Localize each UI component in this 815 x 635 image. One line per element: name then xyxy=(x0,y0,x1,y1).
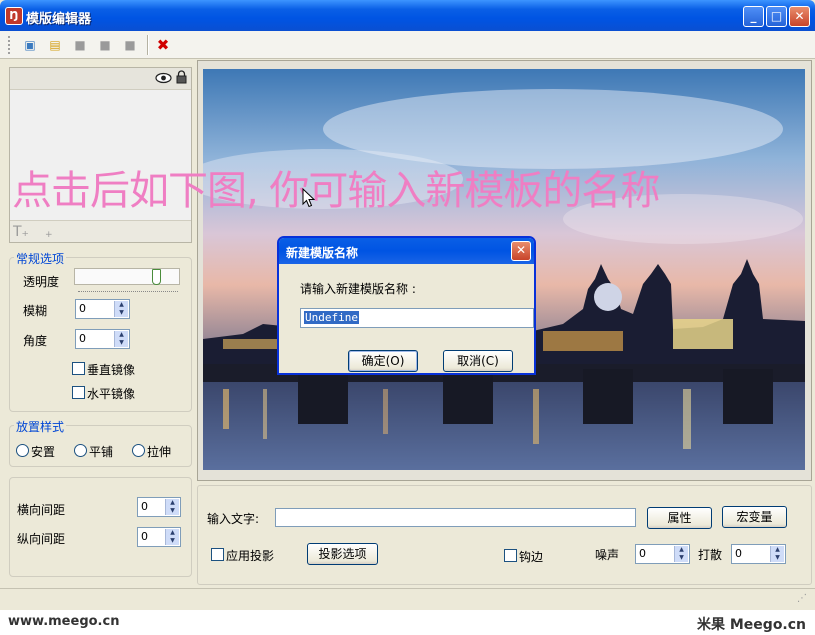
placement-place-radio[interactable] xyxy=(16,444,29,457)
add-layer-icon[interactable]: + xyxy=(45,230,53,240)
blur-value: 0 xyxy=(79,302,86,315)
eye-icon[interactable] xyxy=(155,72,172,84)
layer-footer xyxy=(10,220,191,242)
new-template-dialog: 新建模版名称 ✕ 请输入新建模版名称 : Undefine 确定(O) 取消(C… xyxy=(277,236,536,375)
dialog-prompt: 请输入新建模版名称 : xyxy=(300,282,416,296)
layer-list[interactable] xyxy=(9,67,192,243)
app-logo-icon[interactable]: Ŋ xyxy=(5,7,23,25)
apply-shadow-label: 应用投影 xyxy=(226,549,275,563)
stroke-label: 钩边 xyxy=(519,550,544,564)
watermark-strip xyxy=(0,610,815,635)
blur-stepper-arrows-icon[interactable]: ▲ ▼ xyxy=(114,301,128,317)
noise-arrows-icon[interactable]: ▲ ▼ xyxy=(674,546,688,562)
v-spacing-value: 0 xyxy=(141,530,148,543)
flip-vertical-label: 垂直镜像 xyxy=(87,363,136,377)
angle-stepper[interactable]: 0 ▲ ▼ xyxy=(75,329,130,349)
text-options-panel xyxy=(197,485,812,585)
blur-stepper[interactable]: 0 ▲ ▼ xyxy=(75,299,130,319)
minimize-button[interactable]: _ xyxy=(743,6,764,27)
properties-icon[interactable]: ■ xyxy=(120,35,140,55)
cancel-button[interactable]: 取消(C) xyxy=(443,350,513,372)
new-template-icon[interactable]: ▣ xyxy=(20,35,40,55)
close-button[interactable]: ✕ xyxy=(789,6,810,27)
copy-icon[interactable]: ■ xyxy=(95,35,115,55)
stroke-checkbox[interactable] xyxy=(504,549,517,562)
status-bar xyxy=(0,588,815,610)
placement-title: 放置样式 xyxy=(14,418,67,435)
opacity-slider-ticks xyxy=(78,289,178,292)
annotation-overlay-text: 点击后如下图, 你可输入新模板的名称 xyxy=(12,168,660,214)
h-spacing-value: 0 xyxy=(141,500,148,513)
placement-place-label: 安置 xyxy=(31,445,56,459)
template-name-input[interactable]: Undefine xyxy=(300,308,534,328)
footer-right-text: 米果 Meego.cn xyxy=(697,617,807,633)
h-spacing-label: 横向间距 xyxy=(17,503,66,517)
dialog-close-button[interactable]: ✕ xyxy=(511,241,531,261)
scatter-stepper[interactable]: 0 ▲ ▼ xyxy=(731,544,786,564)
placement-tile-radio[interactable] xyxy=(74,444,87,457)
scatter-arrows-icon[interactable]: ▲ ▼ xyxy=(770,546,784,562)
macro-variable-button[interactable]: 宏变量 xyxy=(722,506,787,528)
v-spacing-label: 纵向间距 xyxy=(17,532,66,546)
dialog-title: 新建模版名称 xyxy=(286,246,359,260)
noise-label: 噪声 xyxy=(595,548,620,562)
noise-stepper[interactable]: 0 ▲ ▼ xyxy=(635,544,690,564)
ok-button[interactable]: 确定(O) xyxy=(348,350,418,372)
v-spacing-stepper[interactable]: 0 ▲ ▼ xyxy=(137,527,181,547)
toolbar-separator xyxy=(147,35,149,55)
opacity-slider-thumb[interactable] xyxy=(152,269,161,285)
delete-icon[interactable]: ✖ xyxy=(153,35,173,55)
angle-label: 角度 xyxy=(23,334,48,348)
template-name-value: Undefine xyxy=(304,311,359,324)
general-options-title: 常规选项 xyxy=(14,250,67,267)
scatter-label: 打散 xyxy=(698,548,723,562)
lock-icon[interactable] xyxy=(176,70,187,84)
flip-vertical-checkbox[interactable] xyxy=(72,362,85,375)
save-icon[interactable]: ■ xyxy=(70,35,90,55)
resize-grip-icon[interactable]: ⋰ xyxy=(797,593,807,604)
scatter-value: 0 xyxy=(735,547,742,560)
open-folder-icon[interactable]: ▤ xyxy=(45,35,65,55)
angle-stepper-arrows-icon[interactable]: ▲ ▼ xyxy=(114,331,128,347)
opacity-slider[interactable] xyxy=(74,268,180,285)
title-bar xyxy=(0,0,815,31)
blur-label: 模糊 xyxy=(23,304,48,318)
maximize-button[interactable]: □ xyxy=(766,6,787,27)
h-spacing-stepper[interactable]: 0 ▲ ▼ xyxy=(137,497,181,517)
placement-tile-label: 平铺 xyxy=(89,445,114,459)
shadow-options-button[interactable]: 投影选项 xyxy=(307,543,378,565)
add-text-layer-icon[interactable]: T₊ xyxy=(13,224,29,240)
angle-value: 0 xyxy=(79,332,86,345)
opacity-label: 透明度 xyxy=(23,275,60,289)
flip-horizontal-checkbox[interactable] xyxy=(72,386,85,399)
flip-horizontal-label: 水平镜像 xyxy=(87,387,136,401)
text-input-label: 输入文字: xyxy=(207,512,260,526)
window-title: 模版编辑器 xyxy=(26,12,92,27)
properties-button[interactable]: 属性 xyxy=(647,507,712,529)
toolbar-grip[interactable] xyxy=(8,36,11,54)
noise-value: 0 xyxy=(639,547,646,560)
v-spacing-arrows-icon[interactable]: ▲ ▼ xyxy=(165,529,179,545)
footer-left-text: www.meego.cn xyxy=(8,614,120,629)
h-spacing-arrows-icon[interactable]: ▲ ▼ xyxy=(165,499,179,515)
apply-shadow-checkbox[interactable] xyxy=(211,548,224,561)
mouse-cursor-icon xyxy=(302,188,315,208)
placement-stretch-label: 拉伸 xyxy=(147,445,172,459)
text-input[interactable] xyxy=(275,508,636,527)
placement-stretch-radio[interactable] xyxy=(132,444,145,457)
